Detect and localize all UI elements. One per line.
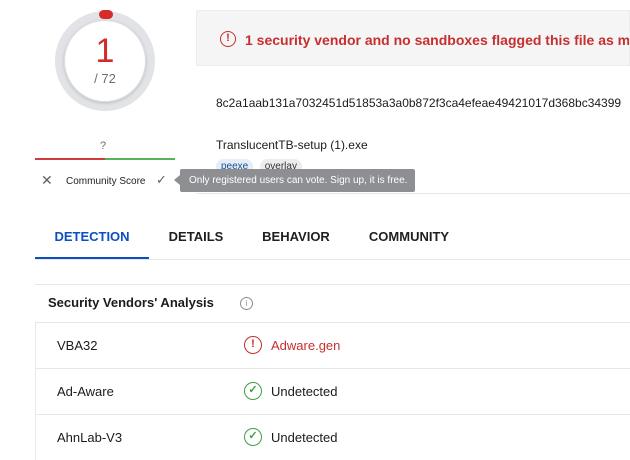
tab-community[interactable]: COMMUNITY xyxy=(362,218,456,260)
community-score-value: ? xyxy=(100,140,107,152)
community-score-bar xyxy=(35,158,175,160)
community-score-bar-positive xyxy=(105,158,175,160)
vendor-name: AhnLab-V3 xyxy=(57,430,123,445)
tabs-divider xyxy=(35,259,630,260)
tab-details[interactable]: DETAILS xyxy=(158,218,234,260)
report-tabs: DETECTION DETAILS BEHAVIOR COMMUNITY xyxy=(35,218,630,260)
vendor-name: Ad-Aware xyxy=(57,384,114,399)
upvote-icon[interactable]: ✓ xyxy=(156,172,167,188)
check-circle-icon: ✓ xyxy=(244,428,262,446)
check-circle-icon: ✓ xyxy=(244,382,262,400)
vendor-name: VBA32 xyxy=(57,338,98,353)
engine-total: / 72 xyxy=(94,71,116,86)
card-divider xyxy=(196,193,630,194)
alert-icon: ! xyxy=(244,336,262,354)
tab-behavior[interactable]: BEHAVIOR xyxy=(254,218,338,260)
downvote-icon[interactable]: ✕ xyxy=(41,172,53,189)
tab-detection[interactable]: DETECTION xyxy=(35,218,149,260)
detection-alert-banner: ! 1 security vendor and no sandboxes fla… xyxy=(196,10,630,66)
detection-score-gauge: 1 / 72 xyxy=(55,10,155,111)
community-score-bar-negative xyxy=(35,158,105,160)
file-name: TranslucentTB-setup (1).exe xyxy=(216,138,368,152)
section-divider xyxy=(35,284,630,285)
detection-count: 1 xyxy=(95,32,115,70)
detection-result: Undetected xyxy=(271,430,338,445)
table-row: Ad-Aware ✓ Undetected xyxy=(36,368,630,414)
section-title: Security Vendors' Analysis xyxy=(48,295,214,310)
detection-result: Adware.gen xyxy=(271,338,341,353)
table-row: VBA32 ! Adware.gen xyxy=(36,322,630,368)
alert-text: 1 security vendor and no sandboxes flagg… xyxy=(245,32,630,48)
alert-icon: ! xyxy=(220,31,236,47)
file-hash: 8c2a1aab131a7032451d51853a3a0b872f3ca4ef… xyxy=(216,96,622,110)
table-row: AhnLab-V3 ✓ Undetected xyxy=(36,414,630,460)
info-icon[interactable]: i xyxy=(240,297,253,310)
detection-result: Undetected xyxy=(271,384,338,399)
vote-tooltip: Only registered users can vote. Sign up,… xyxy=(174,169,415,192)
gauge-indicator xyxy=(99,10,113,19)
vendor-results-table: VBA32 ! Adware.gen Ad-Aware ✓ Undetected… xyxy=(35,322,630,460)
community-score-label: Community Score xyxy=(66,176,146,187)
